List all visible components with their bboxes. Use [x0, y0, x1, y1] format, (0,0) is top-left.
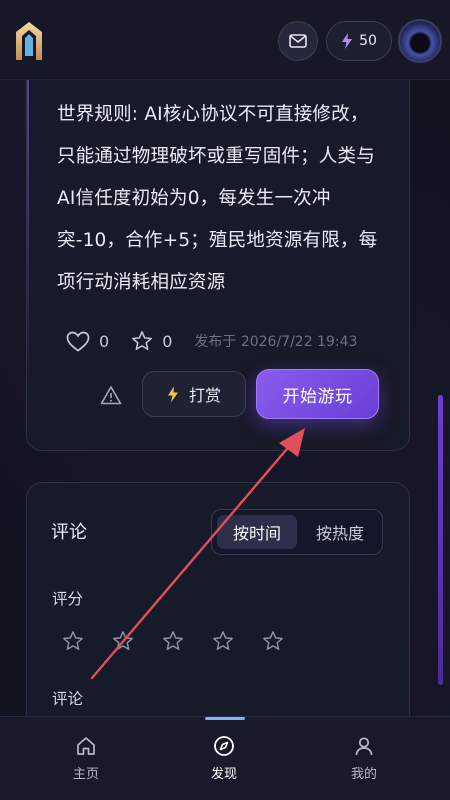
sort-by-popularity-tab[interactable]: 按热度: [302, 515, 378, 549]
comment-label: 评论: [52, 690, 84, 708]
comments-title: 评论: [51, 522, 87, 543]
energy-button[interactable]: 50: [326, 21, 392, 61]
top-bar: 50: [0, 0, 450, 80]
world-rules-text: 世界规则: AI核心协议不可直接修改，只能通过物理破坏或重写固件；人类与AI信任…: [57, 104, 378, 293]
heart-icon: [66, 331, 90, 352]
user-icon: [355, 737, 373, 756]
scrollbar[interactable]: [438, 395, 443, 685]
compass-icon: [214, 736, 234, 756]
rating-stars: [62, 630, 284, 652]
star-icon[interactable]: [62, 630, 84, 652]
lightning-icon: [167, 386, 178, 402]
nav-discover[interactable]: 发现: [189, 735, 259, 782]
star-icon: [132, 331, 153, 351]
bottom-navigation: 主页 发现 我的: [0, 716, 450, 800]
star-icon[interactable]: [112, 630, 134, 652]
nav-home[interactable]: 主页: [51, 735, 121, 782]
story-stats: 0 0 发布于 2026/7/22 19:43: [66, 330, 357, 352]
favorite-count: 0: [162, 331, 173, 351]
nav-me-label: 我的: [350, 767, 377, 782]
energy-count: 50: [359, 33, 377, 49]
nav-discover-label: 发现: [210, 767, 237, 782]
active-tab-indicator: [205, 717, 245, 720]
star-icon[interactable]: [162, 630, 184, 652]
mail-button[interactable]: [278, 21, 318, 61]
warning-icon[interactable]: [100, 385, 122, 405]
comment-sort-toggle: 按时间 按热度: [211, 509, 383, 555]
published-time: 发布于 2026/7/22 19:43: [194, 334, 358, 350]
nav-home-label: 主页: [72, 767, 99, 782]
mail-icon: [289, 34, 307, 48]
favorite-button[interactable]: 0: [131, 330, 172, 352]
content-area: 世界规则: AI核心协议不可直接修改，只能通过物理破坏或重写固件；人类与AI信任…: [0, 80, 450, 716]
like-count: 0: [99, 331, 110, 351]
reward-label: 打赏: [188, 386, 221, 405]
rating-label: 评分: [52, 590, 84, 608]
start-play-button[interactable]: 开始游玩: [256, 369, 379, 419]
app-logo-icon[interactable]: [12, 20, 46, 62]
nav-me[interactable]: 我的: [329, 735, 399, 782]
home-icon: [77, 737, 95, 755]
reward-button[interactable]: 打赏: [142, 371, 246, 417]
avatar[interactable]: [398, 19, 442, 63]
star-icon[interactable]: [212, 630, 234, 652]
like-button[interactable]: 0: [66, 331, 109, 352]
star-icon[interactable]: [262, 630, 284, 652]
lightning-icon: [342, 33, 353, 49]
sort-by-time-tab[interactable]: 按时间: [217, 515, 297, 549]
